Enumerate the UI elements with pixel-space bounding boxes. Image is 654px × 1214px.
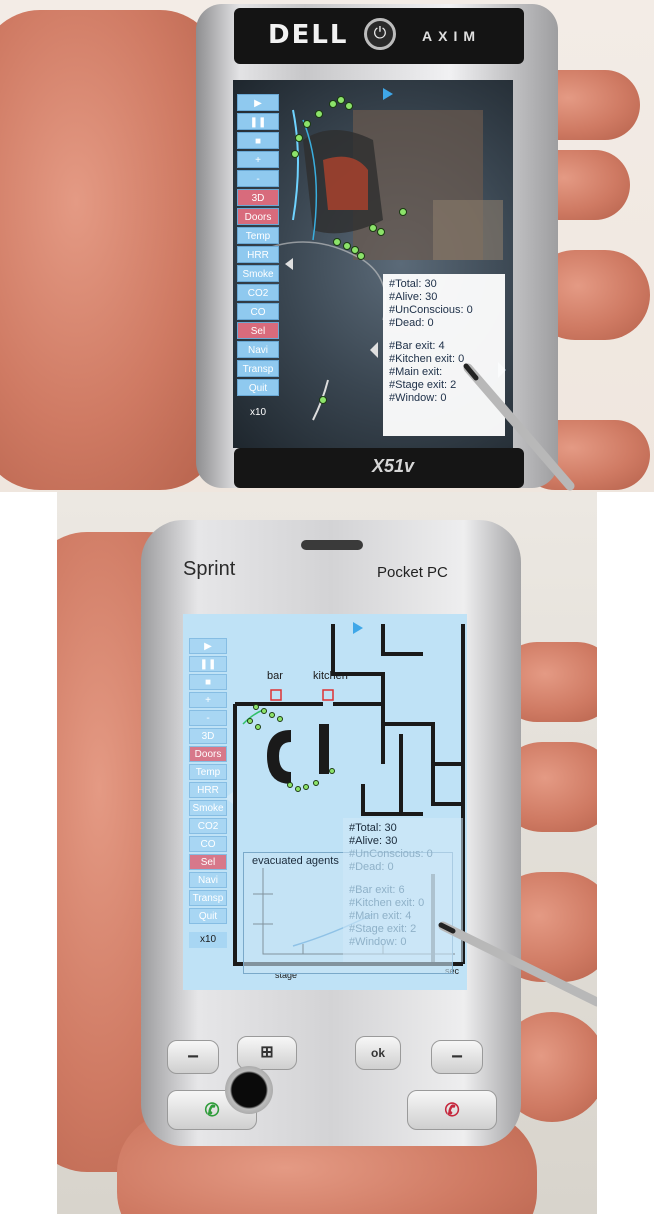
photo-dell-axim: DELL ⏻ AXIM X51v ▶ ❚❚ ■ + - 3D Doors Tem… <box>0 0 654 492</box>
stylus <box>463 363 575 491</box>
stylus <box>438 921 597 1007</box>
photo-sprint-pocket-pc: Sprint Pocket PC − ⊞ ok − ✆ ✆ bar kitche… <box>57 492 597 1214</box>
